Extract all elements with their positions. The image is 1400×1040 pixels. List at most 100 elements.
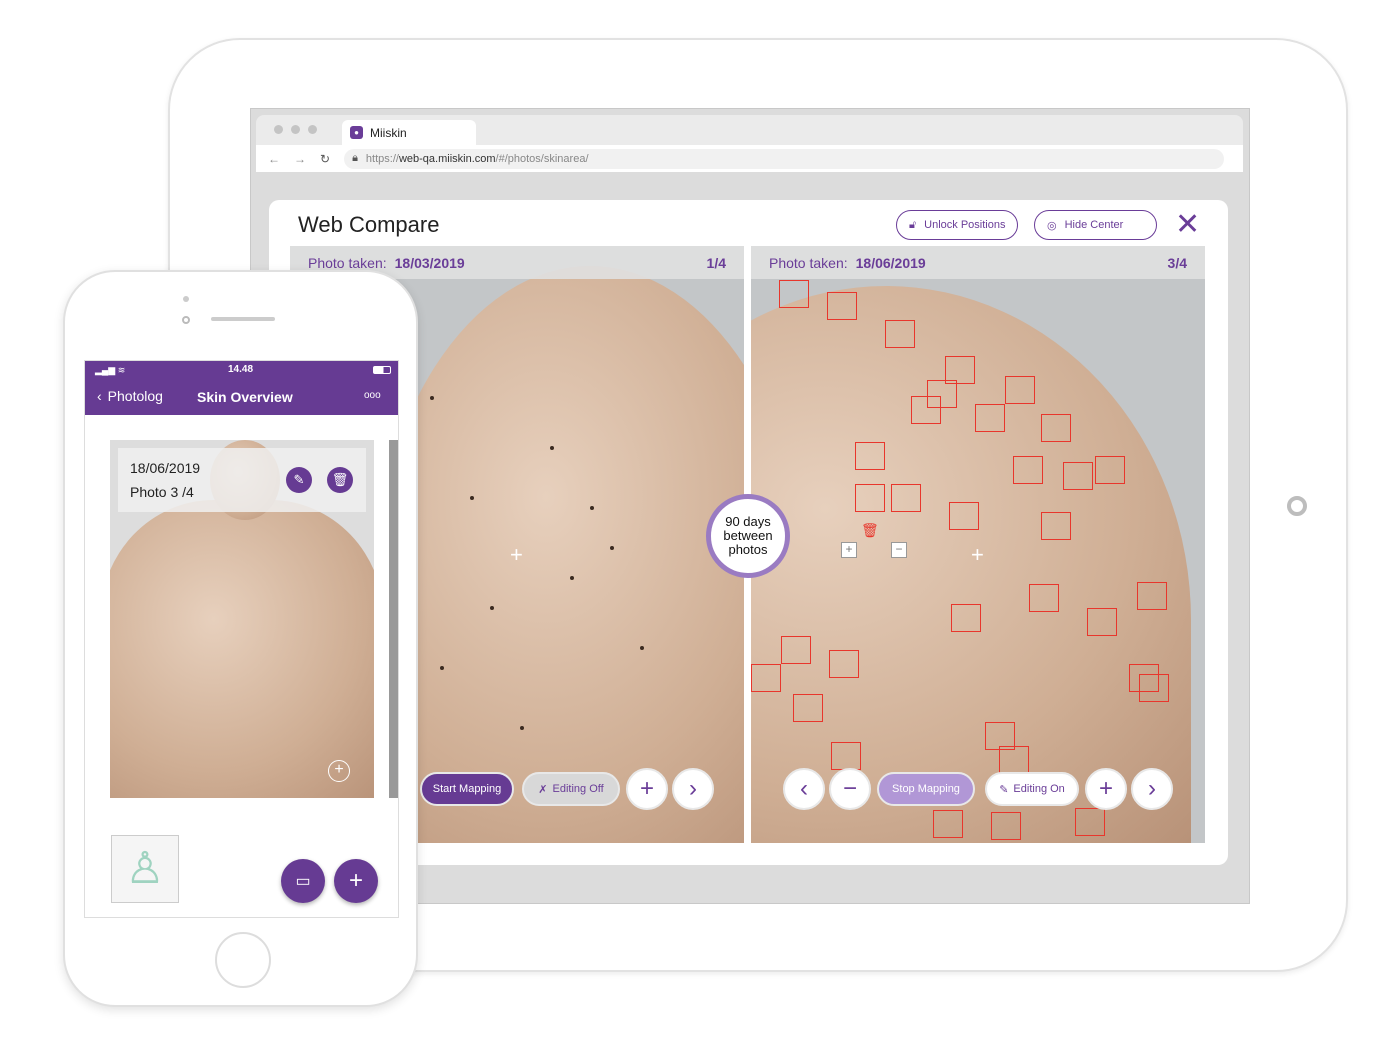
- mole-marker-box[interactable]: [751, 664, 781, 692]
- mole-marker-box[interactable]: [855, 484, 885, 512]
- mole-marker-box[interactable]: [793, 694, 823, 722]
- mole-marker-box[interactable]: [951, 604, 981, 632]
- magnifier-icon[interactable]: +: [328, 760, 350, 782]
- editing-on-button[interactable]: ✎ Editing On: [985, 772, 1079, 806]
- photo-index: 1/4: [706, 254, 726, 271]
- editing-on-label: Editing On: [1013, 783, 1065, 795]
- mole-marker-box[interactable]: [1041, 414, 1071, 442]
- mole-marker-box[interactable]: [779, 280, 809, 308]
- mole-spot: [640, 646, 644, 650]
- status-time: 14.48: [228, 364, 254, 375]
- hide-center-label: Hide Center: [1064, 219, 1124, 231]
- mole-marker-box[interactable]: [1029, 584, 1059, 612]
- photo-taken-label: Photo taken:: [308, 254, 387, 271]
- back-chevron-icon: ‹: [97, 388, 102, 404]
- start-mapping-button[interactable]: Start Mapping: [420, 772, 514, 806]
- mole-marker-box[interactable]: [1005, 376, 1035, 404]
- close-icon[interactable]: ✕: [1175, 210, 1200, 240]
- battery-icon: [373, 366, 391, 374]
- url-field[interactable]: 🔒︎ https://web-qa.miiskin.com/#/photos/s…: [344, 148, 1225, 169]
- zoom-in-button[interactable]: +: [1085, 768, 1127, 810]
- mole-marker-box[interactable]: [975, 404, 1005, 432]
- screen-title: Skin Overview: [197, 389, 293, 405]
- forward-arrow-icon[interactable]: →: [294, 152, 306, 166]
- center-crosshair-icon: +: [510, 542, 523, 567]
- days-between-badge: 90 days between photos: [706, 494, 790, 578]
- expand-marker-icon[interactable]: +: [841, 542, 857, 558]
- zoom-in-button[interactable]: +: [626, 768, 668, 810]
- edit-photo-icon[interactable]: ✎: [286, 467, 312, 493]
- tab-title: Miiskin: [370, 125, 407, 140]
- mole-marker-box[interactable]: [1095, 456, 1125, 484]
- mole-marker-box[interactable]: [1063, 462, 1093, 490]
- zoom-out-button[interactable]: −: [829, 768, 871, 810]
- mole-marker-box[interactable]: [945, 356, 975, 384]
- mole-marker-box[interactable]: [1075, 808, 1105, 836]
- tablet-home-button: [1287, 496, 1307, 516]
- mole-marker-box[interactable]: [831, 742, 861, 770]
- target-icon: ◎: [1047, 219, 1057, 232]
- phone-speaker: [211, 317, 275, 321]
- next-chevron-icon[interactable]: ›: [672, 768, 714, 810]
- url-text: https://web-qa.miiskin.com/#/photos/skin…: [366, 153, 589, 165]
- mole-marker-box[interactable]: [891, 484, 921, 512]
- back-skin-image: [110, 500, 374, 798]
- mole-marker-box[interactable]: [827, 292, 857, 320]
- url-path: /#/photos/skinarea/: [495, 152, 589, 165]
- next-chevron-icon[interactable]: ›: [1131, 768, 1173, 810]
- hide-center-button[interactable]: ◎ Hide Center: [1034, 210, 1157, 240]
- mole-marker-box[interactable]: [927, 380, 957, 408]
- url-host: web-qa.miiskin.com: [398, 152, 496, 165]
- mole-marker-box[interactable]: [985, 722, 1015, 750]
- mole-marker-box[interactable]: [991, 812, 1021, 840]
- add-photo-button[interactable]: +: [334, 859, 378, 903]
- mole-spot: [470, 496, 474, 500]
- miiskin-favicon-icon: ●: [350, 126, 363, 139]
- back-arrow-icon[interactable]: ←: [268, 152, 280, 166]
- mole-marker-box[interactable]: [1013, 456, 1043, 484]
- mole-marker-box[interactable]: [1129, 664, 1159, 692]
- mole-spot: [570, 576, 574, 580]
- reload-icon[interactable]: ↻: [320, 152, 330, 166]
- browser-tab[interactable]: ● Miiskin: [342, 120, 476, 145]
- mole-marker-box[interactable]: [999, 746, 1029, 774]
- lock-icon: 🔒︎: [352, 152, 358, 164]
- mole-marker-box[interactable]: [949, 502, 979, 530]
- editing-off-button[interactable]: ✗ Editing Off: [522, 772, 620, 806]
- previous-chevron-icon[interactable]: ‹: [783, 768, 825, 810]
- photo-date: 18/06/2019: [855, 254, 926, 271]
- phone-screen: ▂▄▆ ≋ 14.48 ‹ Photolog Skin Overview ooo …: [84, 360, 399, 918]
- photo-card[interactable]: 18/06/2019 Photo 3 /4 ✎ 🗑︎ +: [110, 440, 374, 798]
- right-photo-header: Photo taken: 18/06/2019 3/4: [751, 246, 1205, 279]
- unlock-positions-button[interactable]: 🔓︎ Unlock Positions: [896, 210, 1019, 240]
- mole-marker-box[interactable]: [1041, 512, 1071, 540]
- photo-count: Photo 3 /4: [130, 484, 194, 500]
- window-maximize-dot[interactable]: [308, 125, 317, 134]
- pen-off-icon: ✗: [538, 783, 548, 796]
- more-options-icon[interactable]: ooo: [364, 390, 381, 401]
- next-photo-peek: [389, 440, 398, 798]
- center-crosshair-icon: +: [971, 542, 984, 567]
- mole-marker-box[interactable]: [781, 636, 811, 664]
- compare-screen-button[interactable]: ▭: [281, 859, 325, 903]
- body-map-thumbnail[interactable]: ♙: [111, 835, 179, 903]
- signal-wifi-icon: ▂▄▆ ≋: [95, 365, 126, 375]
- mole-marker-box[interactable]: [885, 320, 915, 348]
- page-title: Web Compare: [298, 212, 440, 237]
- mole-spot: [430, 396, 434, 400]
- window-close-dot[interactable]: [274, 125, 283, 134]
- photo-date: 18/06/2019: [130, 460, 201, 476]
- trash-icon[interactable]: 🗑︎: [327, 467, 353, 493]
- back-button[interactable]: ‹ Photolog: [97, 388, 163, 404]
- phone-home-button: [215, 932, 271, 988]
- unlock-label: Unlock Positions: [924, 219, 1006, 231]
- mole-marker-box[interactable]: [1137, 582, 1167, 610]
- mole-marker-box[interactable]: [829, 650, 859, 678]
- shrink-marker-icon[interactable]: −: [891, 542, 907, 558]
- mole-marker-box[interactable]: [1087, 608, 1117, 636]
- mole-marker-box[interactable]: [933, 810, 963, 838]
- delete-marker-icon[interactable]: 🗑︎: [861, 522, 879, 539]
- stop-mapping-button[interactable]: Stop Mapping: [877, 772, 975, 806]
- mole-marker-box[interactable]: [855, 442, 885, 470]
- window-minimize-dot[interactable]: [291, 125, 300, 134]
